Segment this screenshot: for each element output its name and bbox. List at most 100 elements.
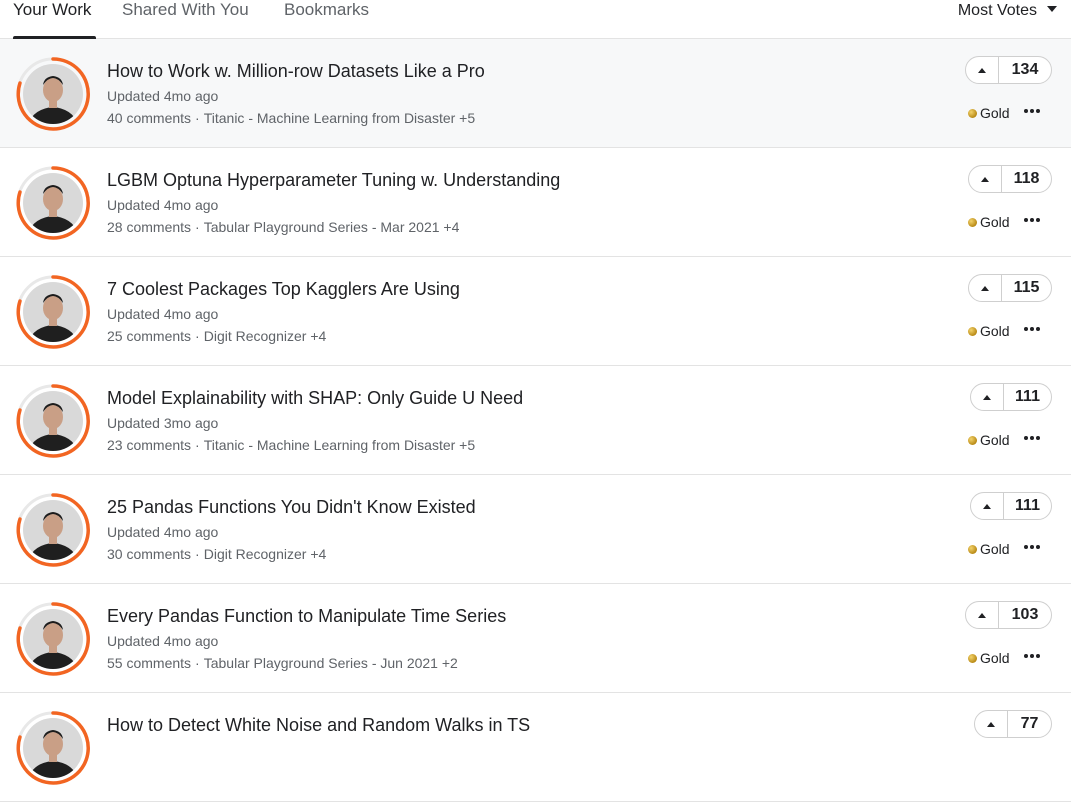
notebook-row[interactable]: Every Pandas Function to Manipulate Time… (0, 584, 1071, 693)
notebook-title[interactable]: Model Explainability with SHAP: Only Gui… (107, 388, 523, 409)
medal-label: Gold (980, 323, 1010, 339)
notebook-title[interactable]: LGBM Optuna Hyperparameter Tuning w. Und… (107, 170, 560, 191)
separator: · (195, 546, 200, 562)
dot-icon (1036, 654, 1040, 658)
upvote-button[interactable] (975, 711, 1008, 737)
more-options-button[interactable] (1022, 101, 1042, 121)
dot-icon (1024, 436, 1028, 440)
notebook-row[interactable]: How to Detect White Noise and Random Wal… (0, 693, 1071, 802)
vote-widget: 115 (968, 274, 1052, 302)
medal-badge: Gold (968, 105, 1010, 121)
notebook-row[interactable]: How to Work w. Million-row Datasets Like… (0, 39, 1071, 148)
upvote-button[interactable] (966, 57, 999, 83)
tab-label: Shared With You (122, 0, 249, 19)
notebook-title[interactable]: Every Pandas Function to Manipulate Time… (107, 606, 506, 627)
sort-label: Most Votes (957, 2, 1037, 19)
vote-widget: 77 (974, 710, 1052, 738)
notebook-row[interactable]: Model Explainability with SHAP: Only Gui… (0, 366, 1071, 475)
vote-count: 103 (1011, 606, 1039, 623)
dot-icon (1030, 109, 1034, 113)
tab-bookmarks[interactable]: Bookmarks (284, 0, 369, 38)
avatar[interactable] (16, 493, 90, 567)
vote-widget: 111 (970, 383, 1052, 411)
avatar[interactable] (16, 711, 90, 785)
vote-widget: 103 (965, 601, 1052, 629)
upvote-arrow-icon (981, 176, 989, 182)
vote-widget: 134 (965, 56, 1052, 84)
avatar[interactable] (16, 166, 90, 240)
notebook-title[interactable]: 25 Pandas Functions You Didn't Know Exis… (107, 497, 476, 518)
vote-count: 134 (1011, 61, 1039, 78)
medal-badge: Gold (968, 323, 1010, 339)
dot-icon (1036, 545, 1040, 549)
notebook-title[interactable]: 7 Coolest Packages Top Kagglers Are Usin… (107, 279, 460, 300)
vote-count: 118 (1013, 170, 1040, 187)
upvote-button[interactable] (969, 166, 1002, 192)
vote-count: 115 (1013, 279, 1040, 296)
notebook-row[interactable]: LGBM Optuna Hyperparameter Tuning w. Und… (0, 148, 1071, 257)
upvote-arrow-icon (978, 612, 986, 618)
sort-dropdown[interactable]: Most Votes (958, 0, 1057, 21)
gold-medal-icon (968, 545, 977, 554)
more-options-button[interactable] (1022, 537, 1042, 557)
separator: · (195, 219, 200, 235)
vote-count: 111 (1015, 497, 1040, 514)
updated-time: Updated 3mo ago (107, 415, 219, 431)
notebook-meta: 23 comments · Titanic - Machine Learning f… (107, 437, 475, 453)
notebook-row[interactable]: 25 Pandas Functions You Didn't Know Exis… (0, 475, 1071, 584)
upvote-button[interactable] (966, 602, 999, 628)
comments-count[interactable]: 30 comments (107, 546, 191, 562)
competition-tags[interactable]: Digit Recognizer +4 (204, 546, 327, 562)
tab-your-work[interactable]: Your Work (13, 0, 96, 39)
more-options-button[interactable] (1022, 428, 1042, 448)
notebook-title[interactable]: How to Detect White Noise and Random Wal… (107, 715, 530, 736)
notebook-meta: 30 comments · Digit Recognizer +4 (107, 546, 326, 562)
avatar[interactable] (16, 57, 90, 131)
tab-shared-with-you[interactable]: Shared With You (122, 0, 249, 38)
medal-label: Gold (980, 214, 1010, 230)
avatar[interactable] (16, 384, 90, 458)
competition-tags[interactable]: Digit Recognizer +4 (204, 328, 327, 344)
upvote-arrow-icon (978, 67, 986, 73)
separator: · (195, 110, 200, 126)
avatar[interactable] (16, 602, 90, 676)
avatar[interactable] (16, 275, 90, 349)
upvote-button[interactable] (971, 384, 1004, 410)
more-options-button[interactable] (1022, 319, 1042, 339)
updated-time: Updated 4mo ago (107, 306, 219, 322)
comments-count[interactable]: 55 comments (107, 655, 191, 671)
notebook-meta: 28 comments · Tabular Playground Series - … (107, 219, 459, 235)
medal-badge: Gold (968, 214, 1010, 230)
competition-tags[interactable]: Titanic - Machine Learning from Disaster… (204, 110, 475, 126)
competition-tags[interactable]: Titanic - Machine Learning from Disaster… (204, 437, 475, 453)
comments-count[interactable]: 28 comments (107, 219, 191, 235)
dot-icon (1024, 109, 1028, 113)
medal-badge: Gold (968, 432, 1010, 448)
comments-count[interactable]: 40 comments (107, 110, 191, 126)
comments-count[interactable]: 25 comments (107, 328, 191, 344)
medal-label: Gold (980, 432, 1010, 448)
notebook-meta: 40 comments · Titanic - Machine Learning f… (107, 110, 475, 126)
upvote-button[interactable] (969, 275, 1002, 301)
upvote-button[interactable] (971, 493, 1004, 519)
more-options-button[interactable] (1022, 646, 1042, 666)
more-options-button[interactable] (1022, 210, 1042, 230)
comments-count[interactable]: 23 comments (107, 437, 191, 453)
dot-icon (1030, 436, 1034, 440)
competition-tags[interactable]: Tabular Playground Series - Mar 2021 +4 (204, 219, 460, 235)
dot-icon (1024, 654, 1028, 658)
vote-widget: 118 (968, 165, 1052, 193)
dot-icon (1030, 654, 1034, 658)
vote-count: 111 (1015, 388, 1040, 405)
notebook-row[interactable]: 7 Coolest Packages Top Kagglers Are Usin… (0, 257, 1071, 366)
medal-badge: Gold (968, 650, 1010, 666)
dot-icon (1030, 218, 1034, 222)
vote-count: 77 (1020, 715, 1039, 732)
tabs-bar: Your Work Shared With You Bookmarks Most… (0, 0, 1071, 39)
notebook-title[interactable]: How to Work w. Million-row Datasets Like… (107, 61, 485, 82)
competition-tags[interactable]: Tabular Playground Series - Jun 2021 +2 (204, 655, 458, 671)
upvote-arrow-icon (983, 503, 991, 509)
dot-icon (1036, 218, 1040, 222)
gold-medal-icon (968, 436, 977, 445)
medal-label: Gold (980, 105, 1010, 121)
